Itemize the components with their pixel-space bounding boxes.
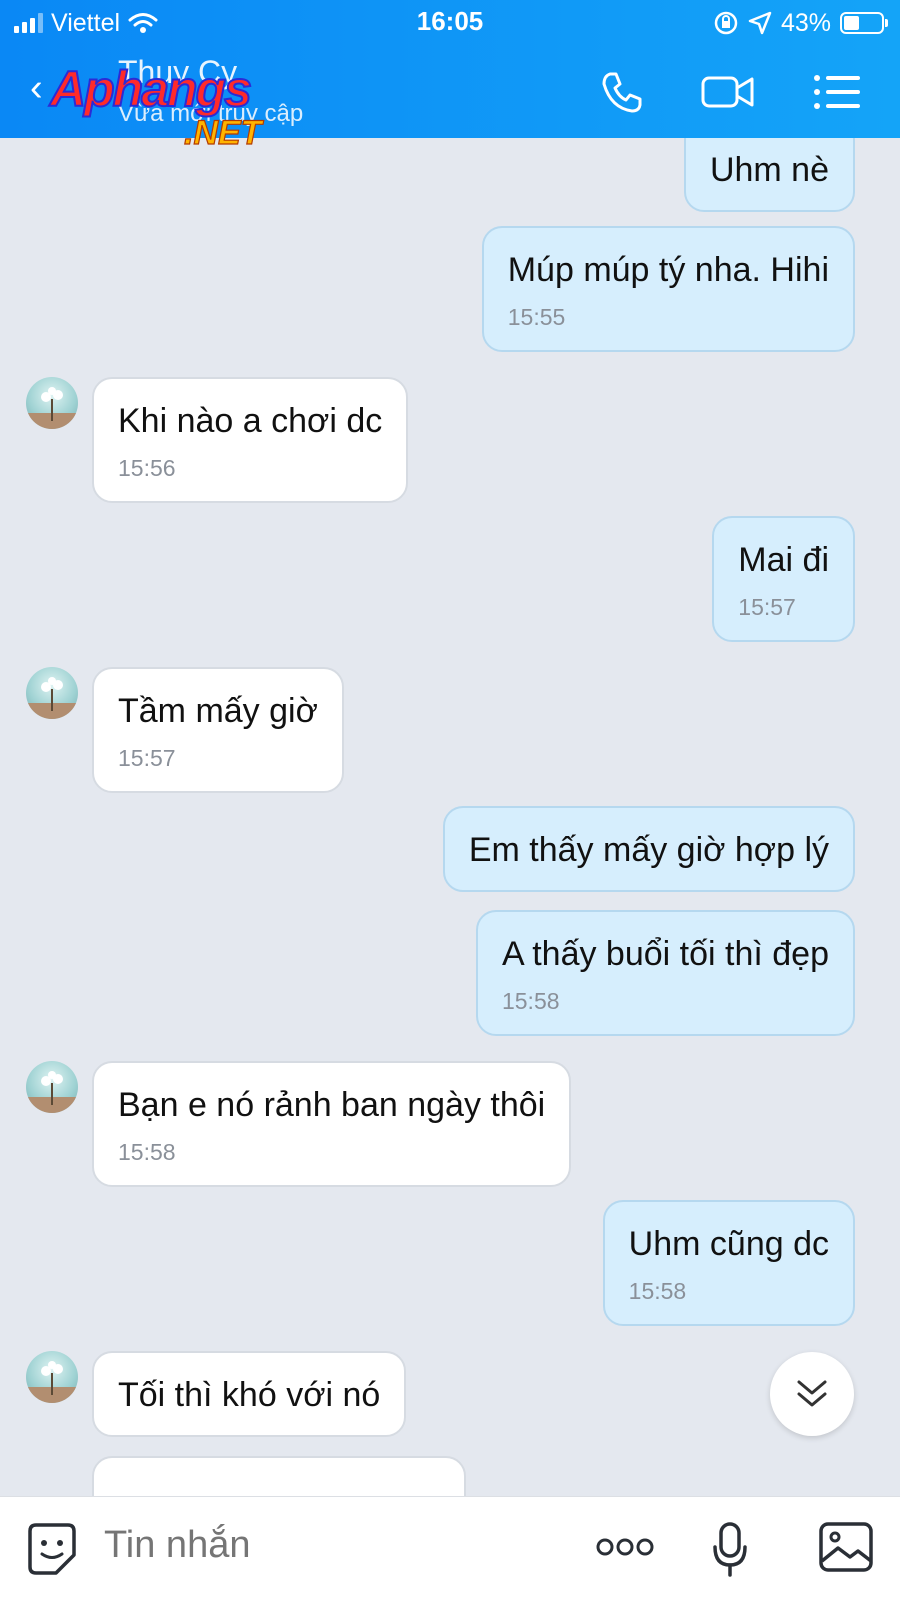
contact-avatar[interactable] [26, 1061, 78, 1113]
input-bar [0, 1496, 900, 1601]
message-time: 15:58 [501, 988, 560, 1014]
flower-avatar-icon [26, 1071, 78, 1113]
microphone-icon[interactable] [712, 1521, 748, 1579]
message-text: Uhm cũng dc [628, 1225, 829, 1263]
contact-avatar[interactable] [26, 1351, 78, 1403]
menu-icon[interactable] [812, 66, 862, 118]
video-icon[interactable] [700, 66, 756, 118]
flower-avatar-icon [26, 1361, 78, 1403]
message-time: 15:56 [118, 455, 176, 481]
double-chevron-down-icon [797, 1380, 827, 1407]
message-time: 15:57 [738, 594, 796, 620]
message-outgoing[interactable]: Em thấy mấy giờ hợp lý [442, 806, 855, 892]
more-icon[interactable] [596, 1537, 654, 1557]
battery-percent: 43% [780, 8, 831, 37]
battery-icon [840, 12, 888, 34]
message-incoming[interactable]: Tối thì khó với nó [92, 1351, 407, 1437]
message-time: 15:58 [628, 1278, 687, 1304]
message-text: Em thấy mấy giờ hợp lý [468, 831, 829, 869]
status-bar: Viettel 16:05 43% [0, 0, 900, 46]
message-time: 15:58 [118, 1139, 176, 1165]
message-incoming[interactable]: Khi nào a chơi dc 15:56 [92, 377, 409, 503]
message-outgoing[interactable]: A thấy buổi tối thì đẹp 15:58 [475, 910, 855, 1036]
contact-avatar[interactable] [26, 377, 78, 429]
location-icon [748, 11, 772, 35]
message-outgoing[interactable]: Uhm cũng dc 15:58 [602, 1200, 855, 1326]
back-icon[interactable]: ‹ [30, 68, 43, 108]
phone-icon[interactable] [596, 66, 648, 118]
watermark-logo: Aphangs .NET [47, 60, 265, 148]
message-text: Khi nào a chơi dc [118, 402, 383, 440]
rotation-lock-icon [714, 11, 738, 35]
message-outgoing[interactable]: Múp múp tý nha. Hihi 15:55 [481, 226, 855, 352]
message-text: Uhm nè [709, 151, 829, 189]
message-text: Mai đi [738, 541, 829, 579]
message-outgoing[interactable]: Uhm nè [683, 138, 855, 212]
message-incoming[interactable]: Bạn e nó rảnh ban ngày thôi 15:58 [92, 1061, 572, 1187]
image-icon[interactable] [818, 1521, 874, 1573]
flower-avatar-icon [26, 677, 78, 719]
message-text: A thấy buổi tối thì đẹp [501, 935, 829, 973]
message-incoming[interactable]: Tầm mấy giờ 15:57 [92, 667, 344, 793]
chat-header: ‹ Thuy Cy Vừa mới truy cập Aphangs .NET [0, 46, 900, 148]
message-text: Bạn e nó rảnh ban ngày thôi [118, 1086, 546, 1124]
message-text: Tầm mấy giờ [118, 692, 318, 730]
svg-text:Aphangs: Aphangs [48, 61, 251, 117]
scroll-to-bottom-button[interactable] [770, 1352, 854, 1436]
message-input[interactable] [102, 1523, 536, 1568]
sticker-icon[interactable] [26, 1521, 78, 1577]
message-time: 15:57 [118, 745, 176, 771]
message-outgoing[interactable]: Mai đi 15:57 [712, 516, 855, 642]
top-bar: Viettel 16:05 43% ‹ Thuy Cy Vừa mới truy… [0, 0, 900, 148]
message-incoming-partial[interactable] [92, 1456, 466, 1496]
message-list[interactable]: Uhm nè Múp múp tý nha. Hihi 15:55 Khi nà… [0, 138, 900, 1496]
flower-avatar-icon [26, 387, 78, 429]
message-text: Tối thì khó với nó [118, 1376, 381, 1414]
message-time: 15:55 [507, 304, 566, 330]
message-text: Múp múp tý nha. Hihi [507, 251, 829, 289]
contact-avatar[interactable] [26, 667, 78, 719]
